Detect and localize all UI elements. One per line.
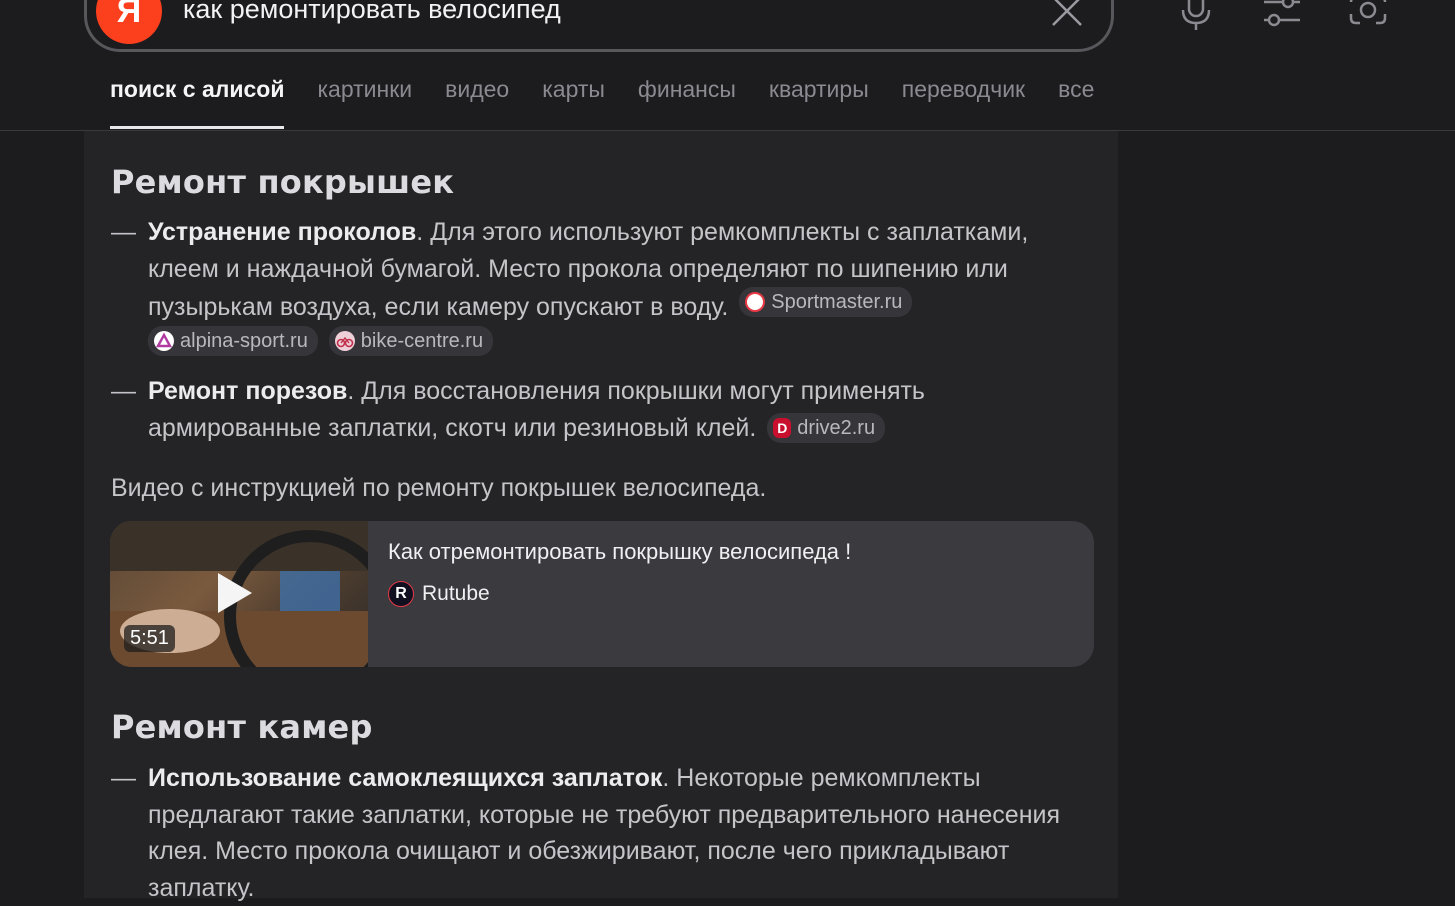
sportmaster-icon	[745, 292, 766, 312]
tab-maps[interactable]: карты	[542, 76, 605, 129]
tab-video[interactable]: видео	[445, 76, 509, 129]
play-icon[interactable]	[218, 573, 252, 613]
bike-centre-icon	[334, 330, 355, 351]
tab-images[interactable]: картинки	[317, 76, 412, 129]
list-dash: —	[111, 218, 136, 246]
video-thumbnail[interactable]: 5:51	[110, 521, 368, 667]
item-heading: Устранение проколов	[148, 218, 417, 246]
list-item: — Устранение проколов. Для этого использ…	[111, 214, 1101, 364]
list-dash: —	[111, 377, 136, 405]
item-heading: Использование самоклеящихся заплаток	[148, 764, 663, 792]
alpina-sport-icon	[154, 330, 174, 351]
source-label: alpina-sport.ru	[180, 329, 308, 352]
tab-all[interactable]: все	[1058, 76, 1094, 129]
header: Я как ремонтировать велосипед поиск с ал…	[0, 0, 1455, 131]
list-dash: —	[111, 764, 136, 792]
video-source-label: Rutube	[422, 582, 490, 605]
camera-icon[interactable]	[1348, 0, 1388, 32]
tab-alice-search[interactable]: поиск с алисой	[110, 76, 285, 129]
source-chip-drive2[interactable]: D drive2.ru	[767, 412, 886, 443]
close-icon[interactable]	[1050, 0, 1084, 28]
list-item: — Ремонт порезов. Для восстановления пок…	[111, 373, 1101, 446]
source-chip-alpina[interactable]: alpina-sport.ru	[148, 325, 318, 356]
video-intro-text: Видео с инструкцией по ремонту покрышек …	[111, 474, 767, 502]
tab-apartments[interactable]: квартиры	[769, 76, 869, 129]
video-duration: 5:51	[124, 625, 175, 652]
search-tabs: поиск с алисой картинки видео карты фина…	[110, 76, 1127, 129]
drive2-icon: D	[773, 417, 792, 438]
search-input[interactable]: как ремонтировать велосипед	[183, 0, 561, 25]
source-chip-bike-centre[interactable]: bike-centre.ru	[328, 325, 494, 356]
video-title[interactable]: Как отремонтировать покрышку велосипеда …	[388, 539, 851, 565]
item-heading: Ремонт порезов	[148, 377, 348, 405]
settings-sliders-icon[interactable]	[1262, 0, 1302, 32]
video-source: R Rutube	[388, 581, 490, 607]
source-label: Sportmaster.ru	[771, 291, 903, 313]
section-title-tires: Ремонт покрышек	[111, 163, 455, 201]
tab-translator[interactable]: переводчик	[902, 76, 1025, 129]
source-label: drive2.ru	[797, 416, 876, 439]
source-label: bike-centre.ru	[360, 329, 484, 352]
microphone-icon[interactable]	[1176, 0, 1216, 32]
rutube-icon: R	[388, 581, 414, 607]
list-item: — Использование самоклеящихся заплаток. …	[111, 760, 1101, 906]
tab-finance[interactable]: финансы	[638, 76, 736, 129]
section-title-tubes: Ремонт камер	[111, 708, 373, 746]
source-chip-sportmaster[interactable]: Sportmaster.ru	[739, 287, 913, 317]
video-card[interactable]: 5:51 Как отремонтировать покрышку велоси…	[110, 521, 1094, 667]
